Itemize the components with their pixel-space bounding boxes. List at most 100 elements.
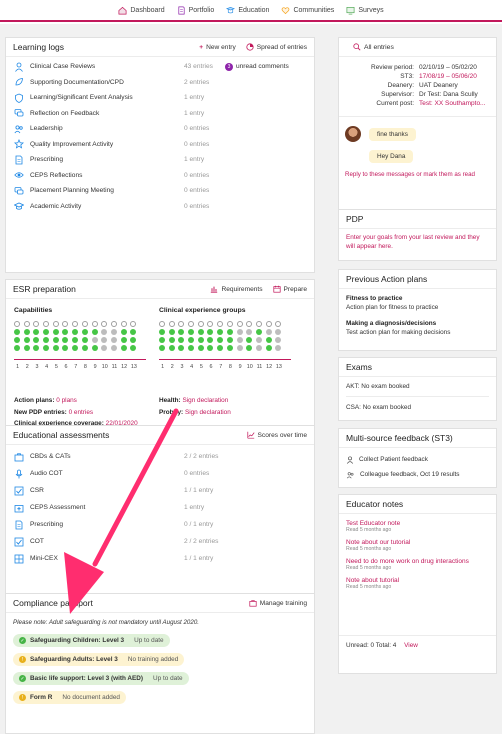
educator-note[interactable]: Note about our tutorial Read 5 months ago (339, 539, 496, 552)
action-plan-item[interactable]: Fitness to practice Action plan for fitne… (346, 295, 489, 312)
educator-note[interactable]: Need to do more work on drug interaction… (339, 558, 496, 571)
nav-portfolio[interactable]: Portfolio (177, 6, 214, 15)
unread-comments-label[interactable]: unread comments (236, 63, 289, 70)
compliance-item[interactable]: ✓ Basic life support: Level 3 (with AED) U… (13, 672, 189, 685)
progress-dot (168, 329, 175, 335)
exams-header: Exams (339, 358, 496, 377)
all-entries-header[interactable]: All entries (339, 38, 496, 57)
education-icon (226, 6, 236, 13)
chart-pie-icon (246, 43, 254, 51)
prepare-button[interactable]: Prepare (272, 285, 307, 293)
nav-dashboard[interactable]: Dashboard (118, 6, 165, 15)
person-icon (346, 455, 354, 464)
exam-csa: CSA: No exam booked (346, 403, 412, 411)
assessment-row-cot[interactable]: COT 2 / 2 entries (6, 533, 314, 550)
assessment-row-audio-cot[interactable]: Audio COT 0 entries (6, 465, 314, 482)
progress-dot (33, 345, 40, 351)
checkbox-icon (13, 485, 24, 496)
progress-dot (217, 337, 224, 343)
assessments-header: Educational assessments Scores over time (6, 426, 314, 445)
people-icon (13, 123, 24, 134)
current-post-value[interactable]: Test: XX Southampto... (419, 99, 485, 108)
progress-dot (23, 345, 30, 351)
progress-dot (110, 337, 117, 343)
log-label: Clinical Case Reviews (30, 63, 96, 71)
progress-dot (101, 337, 108, 343)
st3-value[interactable]: 17/08/19 – 05/06/20 (419, 72, 477, 81)
all-entries-button[interactable]: All entries (353, 43, 394, 51)
health-label: Health: (159, 397, 181, 404)
collect-patient-feedback-item[interactable]: Collect Patient feedback (346, 452, 489, 467)
new-pdp-link[interactable]: 0 entries (69, 409, 94, 416)
manage-training-button[interactable]: Manage training (249, 599, 307, 607)
log-row-clinical-case-reviews[interactable]: Clinical Case Reviews 43 entries 3 unrea… (6, 59, 314, 75)
nav-education[interactable]: Education (226, 6, 269, 15)
progress-dot (255, 329, 262, 335)
log-row-prescribing[interactable]: Prescribing 1 entry (6, 152, 314, 168)
action-plan-title: Fitness to practice (346, 295, 403, 302)
log-row-placement-planning[interactable]: Placement Planning Meeting 0 entries (6, 183, 314, 199)
person-icon (13, 61, 24, 72)
assessment-row-csr[interactable]: CSR 1 / 1 entry (6, 482, 314, 499)
log-label: Placement Planning Meeting (30, 187, 114, 195)
log-count: 0 entries (184, 171, 210, 179)
progress-dot (72, 345, 79, 351)
bar-chart-icon (211, 286, 218, 293)
microphone-icon (13, 468, 24, 479)
number-label: 2 (25, 364, 29, 370)
assessment-label: CSR (30, 487, 44, 494)
progress-dot (62, 337, 69, 343)
log-row-quality-improvement[interactable]: Quality Improvement Activity 0 entries (6, 137, 314, 153)
requirements-button[interactable]: Requirements (210, 285, 263, 293)
nav-surveys[interactable]: Surveys (346, 6, 384, 15)
compliance-item[interactable]: ! Form R No document added (13, 691, 126, 704)
assessment-count: 1 entry (184, 504, 205, 511)
nav-communities[interactable]: Communities (281, 6, 334, 15)
colleague-feedback-item[interactable]: Colleague feedback, Oct 19 results (346, 467, 489, 482)
progress-dot (178, 345, 185, 351)
people-icon (346, 471, 354, 478)
spread-of-entries-button[interactable]: Spread of entries (246, 43, 307, 51)
progress-dot (14, 321, 20, 327)
assessment-row-prescribing[interactable]: Prescribing 0 / 1 entry (6, 516, 314, 533)
progress-dot (62, 345, 69, 351)
scores-label: Scores over time (257, 431, 307, 439)
progress-dot (101, 321, 108, 327)
view-notes-link[interactable]: View (404, 642, 418, 649)
compliance-item[interactable]: ✓ Safeguarding Children: Level 3 Up to dat… (13, 634, 170, 647)
log-row-significant-event[interactable]: Learning/Significant Event Analysis 1 en… (6, 90, 314, 106)
log-label: Reflection on Feedback (30, 109, 100, 117)
log-row-ceps-reflections[interactable]: CEPS Reflections 0 entries (6, 168, 314, 184)
new-entry-button[interactable]: + New entry (199, 44, 236, 51)
progress-dot (178, 329, 185, 335)
exams-list: AKT: No exam booked CSA: No exam booked (339, 377, 496, 417)
probity-sign-link[interactable]: Sign declaration (185, 409, 231, 416)
progress-dot (265, 329, 272, 335)
health-sign-link[interactable]: Sign declaration (182, 397, 228, 404)
log-row-supporting-documentation[interactable]: Supporting Documentation/CPD 2 entries (6, 75, 314, 91)
assessment-row-mini-cex[interactable]: Mini-CEX 1 / 1 entry (6, 550, 314, 567)
learning-logs-header: Learning logs + New entry Spread of entri… (6, 38, 314, 57)
progress-dot (188, 337, 195, 343)
log-row-reflection-feedback[interactable]: Reflection on Feedback 1 entry (6, 106, 314, 122)
scores-over-time-button[interactable]: Scores over time (246, 431, 307, 439)
compliance-item[interactable]: ! Safeguarding Adults: Level 3 No training… (13, 653, 185, 666)
compliance-header: Compliance passport Manage training (6, 594, 314, 613)
pdp-text[interactable]: Enter your goals from your last review a… (346, 234, 480, 250)
reply-messages-link[interactable]: Reply to these messages or mark them as … (345, 171, 490, 178)
check-icon: ✓ (19, 675, 26, 682)
educator-note[interactable]: Test Educator note Read 5 months ago (339, 520, 496, 533)
action-plan-item[interactable]: Making a diagnosis/decisions Test action … (346, 320, 489, 337)
assessment-label: Mini-CEX (30, 555, 58, 562)
assessment-row-cbds[interactable]: CBDs & CATs 2 / 2 entries (6, 448, 314, 465)
educator-note[interactable]: Note about tutorial Read 5 months ago (339, 577, 496, 590)
progress-dot (188, 321, 195, 327)
log-row-academic-activity[interactable]: Academic Activity 0 entries (6, 199, 314, 215)
assessment-row-ceps[interactable]: CEPS Assessment 1 entry (6, 499, 314, 516)
log-row-leadership[interactable]: Leadership 0 entries (6, 121, 314, 137)
action-plans-link[interactable]: 0 plans (56, 397, 77, 404)
compliance-passport-panel: Compliance passport Manage training Plea… (5, 593, 315, 734)
log-count: 43 entries (184, 63, 213, 71)
progress-dot (275, 321, 282, 327)
progress-dot (23, 329, 30, 335)
